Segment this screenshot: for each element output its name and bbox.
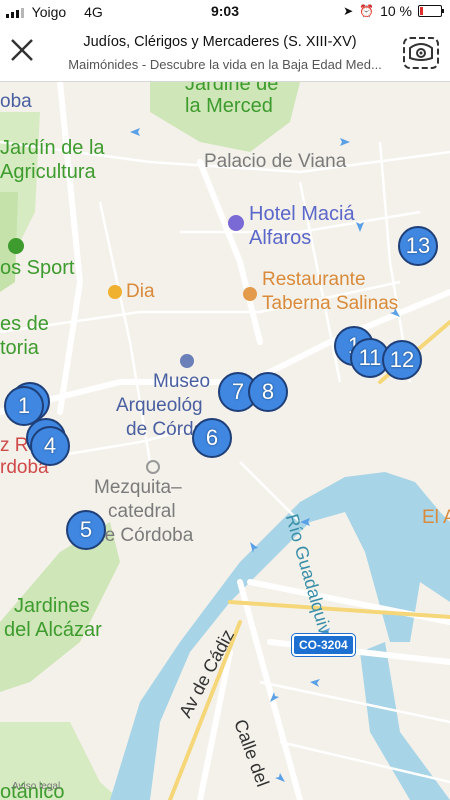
legal-notice-link[interactable]: Aviso legal [12, 781, 60, 792]
label-toria: toria [0, 337, 39, 359]
route-title: Judíos, Clérigos y Mercaderes (S. XIII-X… [83, 34, 357, 50]
label-mezquita-1: Mezquita– [94, 477, 182, 498]
landmark-dot-icon [146, 460, 160, 474]
museum-icon [180, 354, 194, 368]
label-jardines-merced-2: la Merced [185, 95, 273, 117]
map-view[interactable]: Jardine de la Merced oba Palacio de Vian… [0, 82, 450, 800]
label-mezquita-2: catedral [108, 501, 176, 522]
road-badge-co3204: CO-3204 [292, 634, 355, 656]
label-jardin-agricultura-2: Agricultura [0, 161, 96, 183]
close-icon [11, 39, 33, 61]
sport-icon [8, 238, 24, 254]
label-z-r: z R [0, 435, 29, 456]
battery-icon [418, 5, 444, 17]
route-header: Judíos, Clérigos y Mercaderes (S. XIII-X… [0, 24, 450, 82]
battery-label: 10 % [380, 3, 412, 19]
route-subtitle: Maimónides - Descubre la vida en la Baja… [68, 57, 382, 72]
label-palacio-viana: Palacio de Viana [204, 151, 347, 172]
stop-marker-6[interactable]: 6 [192, 418, 232, 458]
ar-view-button[interactable] [400, 32, 442, 74]
hotel-icon [228, 215, 244, 231]
stop-marker-8[interactable]: 8 [248, 372, 288, 412]
status-bar: Yoigo 4G 9:03 ➤ ⏰ 10 % [0, 0, 450, 24]
status-right: ➤ ⏰ 10 % [343, 3, 444, 19]
close-button[interactable] [8, 36, 36, 64]
label-museo-2: Arqueológ [116, 395, 203, 416]
label-museo-1: Museo [153, 371, 211, 392]
label-es-de: es de [0, 313, 49, 335]
label-jardines-merced-1: Jardine de [185, 82, 279, 95]
label-dia: Dia [126, 281, 155, 302]
restaurant-icon [243, 287, 257, 301]
label-jardines-alcazar-2: del Alcázar [4, 619, 102, 641]
ar-headset-icon [403, 37, 439, 69]
stop-marker-5[interactable]: 5 [66, 510, 106, 550]
label-mezquita-3: de Córdoba [94, 525, 194, 546]
stop-marker-4[interactable]: 4 [30, 426, 70, 466]
label-restaurante-2: Taberna Salinas [262, 293, 399, 314]
stop-marker-13[interactable]: 13 [398, 226, 438, 266]
alarm-icon: ⏰ [359, 4, 375, 18]
stop-marker-12[interactable]: 12 [382, 340, 422, 380]
shop-icon [108, 285, 122, 299]
label-hotel-1: Hotel Maciá [249, 203, 355, 225]
label-el-a: El A [422, 507, 450, 528]
label-jardin-agricultura-1: Jardín de la [0, 137, 105, 159]
label-restaurante-1: Restaurante [262, 269, 366, 290]
label-jardines-alcazar-1: Jardines [14, 595, 90, 617]
label-hotel-2: Alfaros [249, 227, 312, 249]
location-arrow-icon: ➤ [343, 4, 354, 18]
label-oba: oba [0, 91, 32, 112]
label-sport: os Sport [0, 257, 75, 279]
